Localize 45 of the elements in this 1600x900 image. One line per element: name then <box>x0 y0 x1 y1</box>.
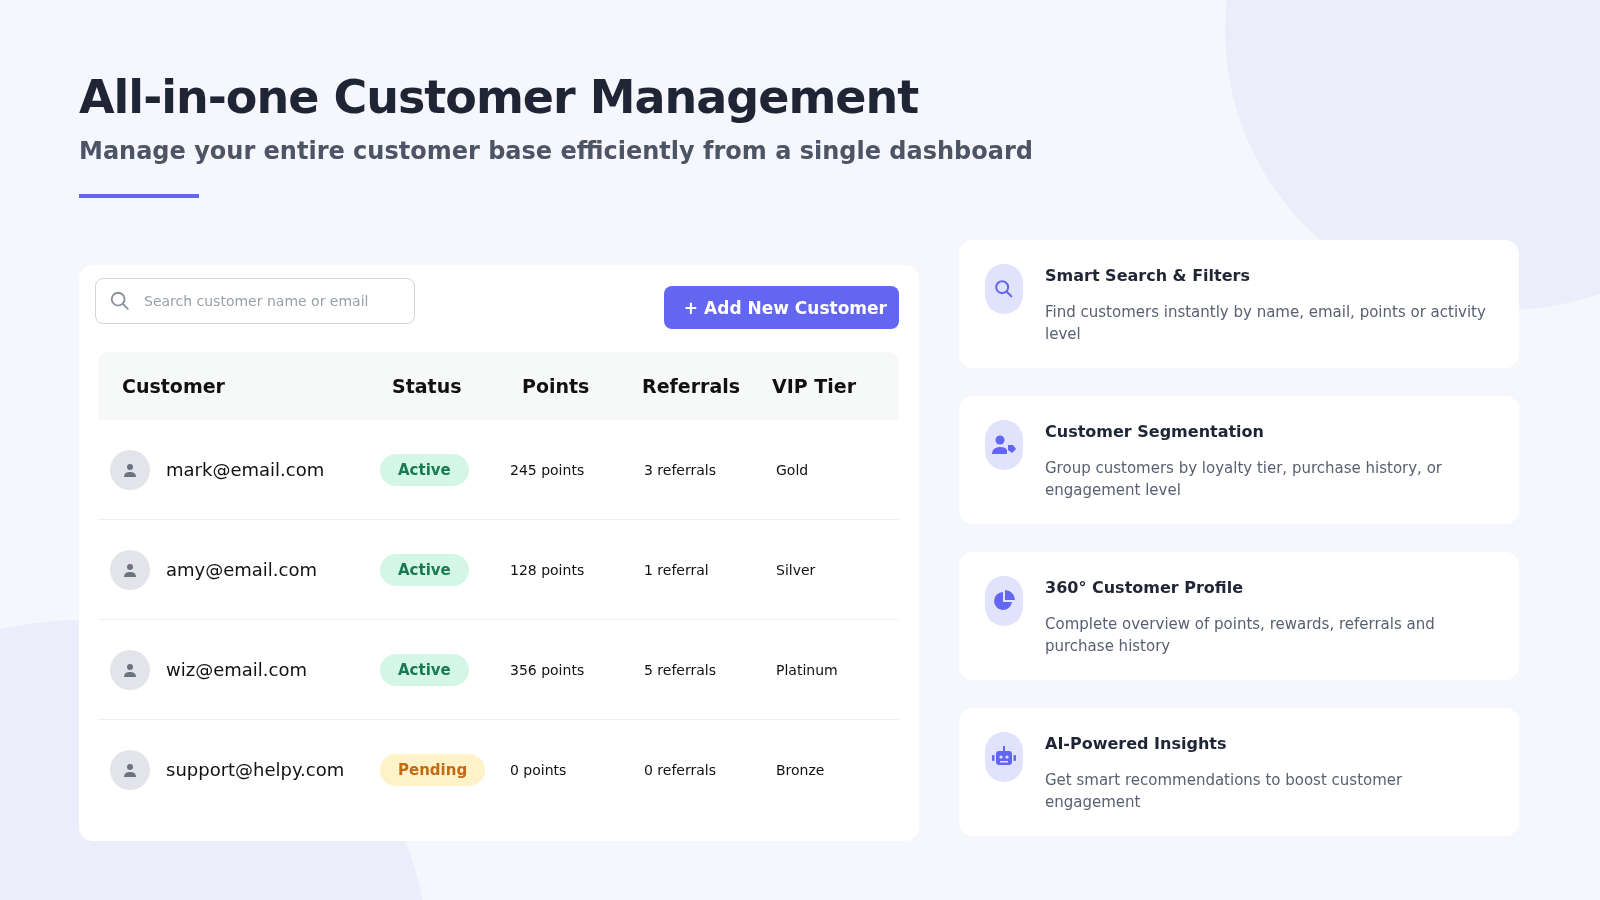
tier-cell-text: Bronze <box>775 761 826 778</box>
customer-email: amy@email.com <box>166 559 318 580</box>
customer-email: mark@email.com <box>166 459 325 480</box>
avatar-icon <box>110 449 150 490</box>
pie-chart-icon <box>992 589 1016 613</box>
points-cell-text: 128 points <box>510 561 586 578</box>
customer-email: wiz@email.com <box>166 659 307 680</box>
status-badge: Active <box>380 653 469 686</box>
column-header: Customer <box>122 375 226 397</box>
avatar-icon <box>110 549 150 590</box>
tier-cell-text: Gold <box>775 461 810 478</box>
page-title: All-in-one Customer Management <box>79 69 920 126</box>
feature-description: Group customers by loyalty tier, purchase history, or engagement level <box>1045 458 1443 501</box>
feature-title: Customer Segmentation <box>1045 422 1265 441</box>
tier-cell-text: Silver <box>775 561 817 578</box>
feature-title: Smart Search & Filters <box>1045 266 1251 285</box>
referrals-cell-text: 1 referral <box>643 561 710 578</box>
add-customer-button[interactable]: + Add New Customer <box>663 286 899 329</box>
feature-description: Complete overview of points, rewards, referrals and purchase history <box>1045 614 1436 657</box>
status-badge: Pending <box>380 753 486 786</box>
column-header: VIP Tier <box>772 375 858 397</box>
search-field[interactable]: Search customer name or email <box>95 278 415 324</box>
column-header: Status <box>392 375 463 397</box>
column-header: Referrals <box>642 375 742 397</box>
avatar-icon <box>110 649 150 690</box>
column-header: Points <box>522 375 591 397</box>
feature-title: AI-Powered Insights <box>1045 734 1228 753</box>
search-icon <box>993 278 1015 300</box>
feature-description: Get smart recommendations to boost customer engagement <box>1045 770 1404 813</box>
referrals-cell-text: 0 referrals <box>643 761 717 778</box>
points-cell-text: 0 points <box>510 761 568 778</box>
referrals-cell-text: 5 referrals <box>643 661 717 678</box>
points-cell-text: 356 points <box>510 661 586 678</box>
search-icon <box>109 290 131 312</box>
status-badge: Active <box>380 553 469 586</box>
referrals-cell-text: 3 referrals <box>643 461 717 478</box>
person-tag-icon <box>991 434 1017 456</box>
avatar-icon <box>110 749 150 790</box>
page-subtitle: Manage your entire customer base efficiently from a single dashboard <box>79 136 1034 167</box>
feature-title: 360° Customer Profile <box>1045 578 1245 597</box>
points-cell-text: 245 points <box>510 461 586 478</box>
feature-description: Find customers instantly by name, email, points or activity level <box>1045 302 1487 345</box>
tier-cell-text: Platinum <box>775 661 839 678</box>
customer-email: support@helpy.com <box>166 759 345 780</box>
status-badge: Active <box>380 453 469 486</box>
